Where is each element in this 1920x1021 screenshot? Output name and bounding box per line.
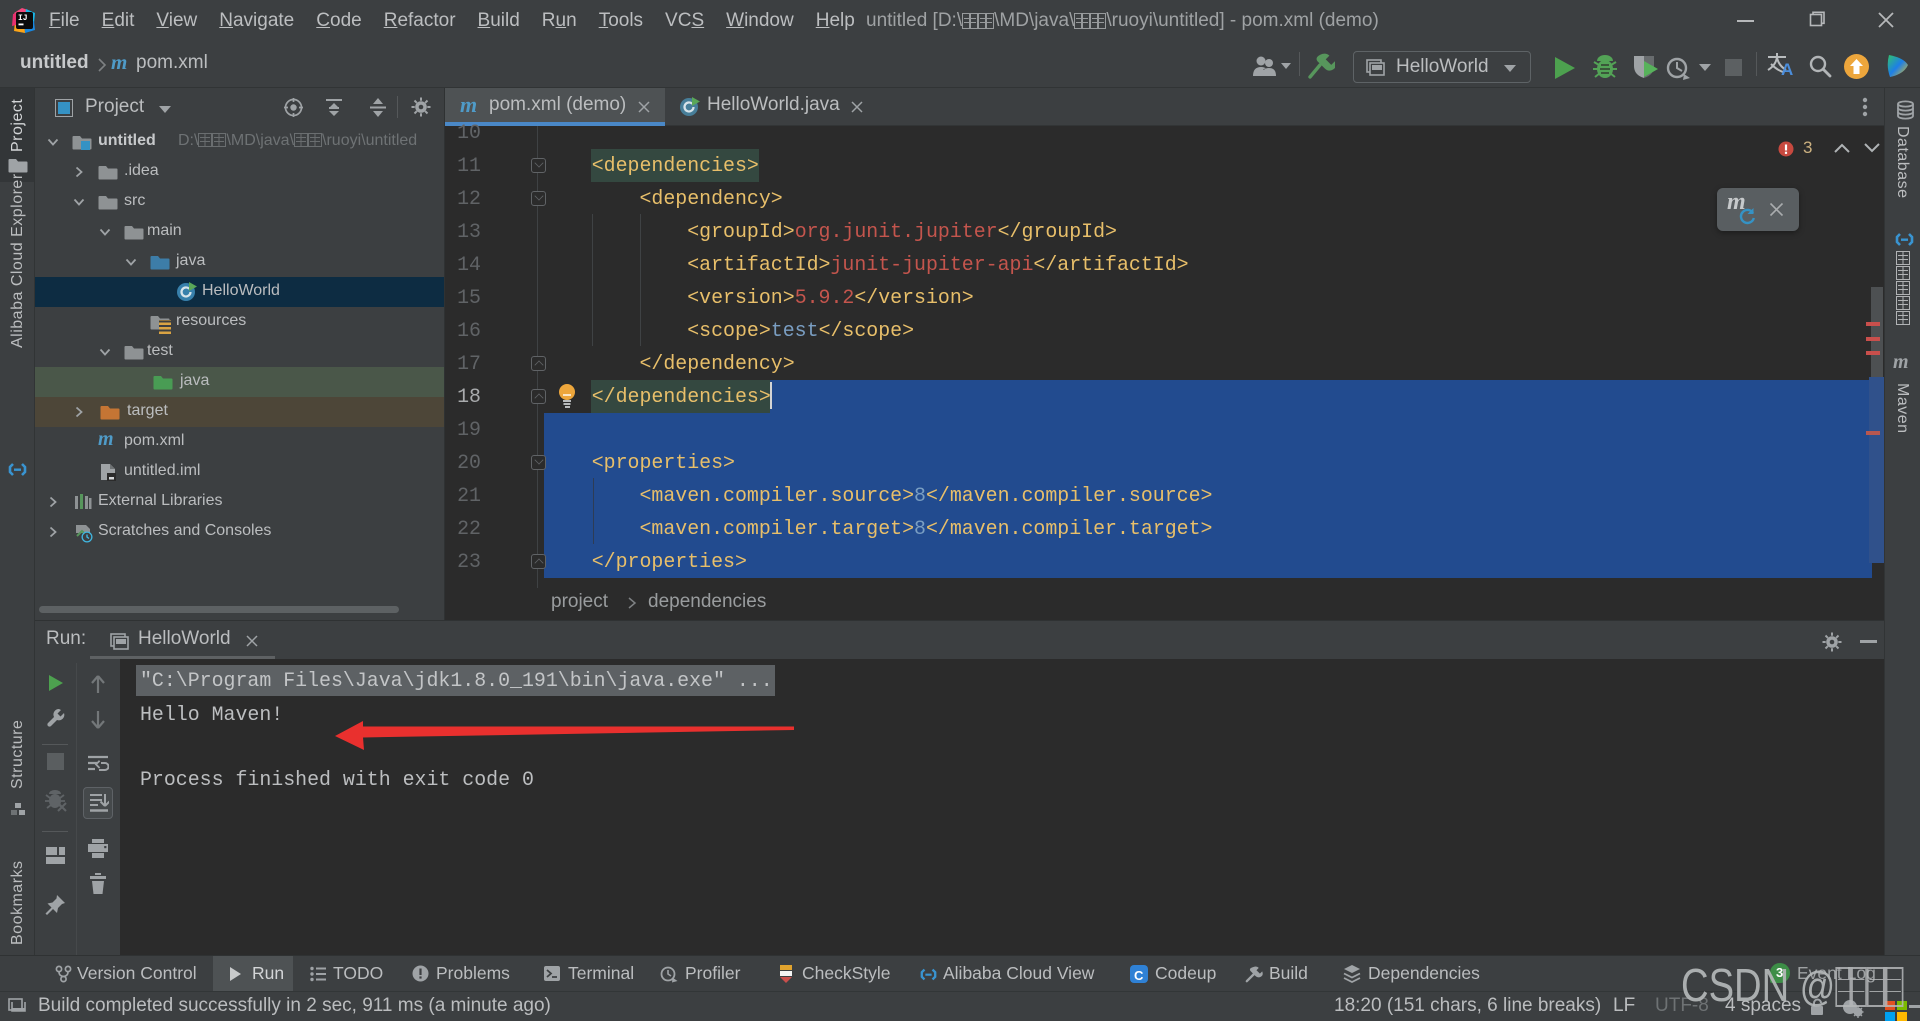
svg-text:IJ: IJ: [18, 14, 28, 23]
